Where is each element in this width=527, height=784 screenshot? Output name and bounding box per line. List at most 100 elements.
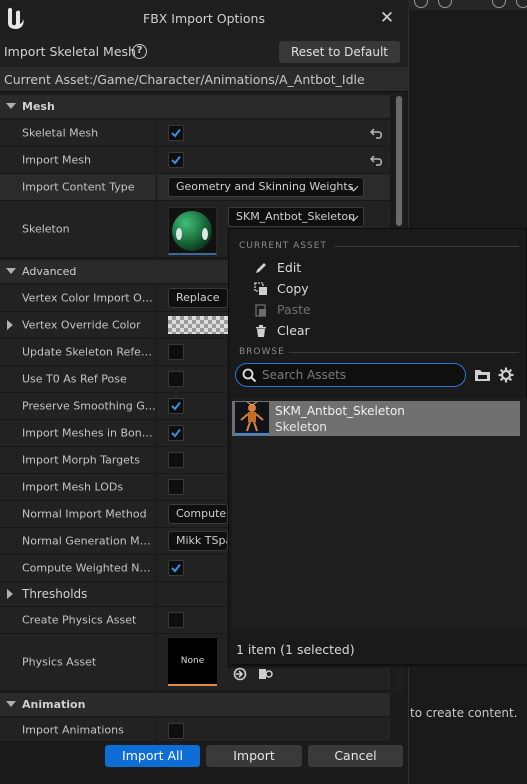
expand-arrow-icon [6, 103, 16, 109]
browse-header: BROWSE [239, 347, 285, 357]
import-all-button[interactable]: Import All [105, 745, 200, 767]
property-label: Vertex Color Import Option [22, 291, 156, 305]
asset-type: Skeleton [275, 420, 327, 434]
reset-to-default-icon[interactable] [370, 153, 384, 167]
property-label: Use T0 As Ref Pose [22, 372, 127, 386]
section-label: Advanced [22, 265, 77, 278]
row-skeletal-mesh: Skeletal Mesh [0, 120, 390, 147]
menu-item-clear[interactable]: Clear [277, 323, 310, 338]
checkbox-update-skeleton-ref[interactable] [168, 344, 184, 360]
checkmark-icon [171, 155, 181, 165]
checkbox-import-morph[interactable] [168, 452, 184, 468]
checkmark-icon [171, 401, 181, 411]
menu-item-copy[interactable]: Copy [277, 281, 309, 296]
expand-arrow-icon[interactable] [7, 320, 13, 330]
skeleton-thumbnail[interactable] [168, 207, 217, 255]
vertex-color-import-dropdown[interactable]: Replace [168, 288, 228, 308]
checkbox-preserve-smoothing[interactable] [168, 398, 184, 414]
divider [289, 352, 519, 353]
section-mesh[interactable]: Mesh [0, 95, 390, 118]
search-icon [242, 368, 257, 383]
row-import-mesh: Import Mesh [0, 147, 390, 174]
dialog-title: FBX Import Options [143, 11, 265, 26]
current-asset-path: /Game/Character/Animations/A_Antbot_Idle [93, 72, 365, 87]
toolbar-icon[interactable] [516, 0, 527, 8]
menu-item-paste[interactable]: Paste [277, 302, 311, 317]
divider [232, 664, 527, 666]
trash-icon [256, 325, 266, 337]
row-import-animations: Import Animations [0, 718, 390, 742]
property-label: Import Meshes in Bone Hierarchy [22, 426, 156, 440]
expand-arrow-icon [7, 589, 13, 599]
reset-to-default-button[interactable]: Reset to Default [279, 41, 400, 63]
property-label: Skeletal Mesh [22, 126, 99, 140]
section-animation[interactable]: Animation [0, 693, 390, 716]
reset-to-default-icon[interactable] [370, 126, 384, 140]
close-icon[interactable]: ✕ [378, 9, 396, 27]
property-label: Skeleton [22, 222, 70, 236]
normal-import-dropdown[interactable]: Compute Normals [168, 504, 228, 524]
menu-item-edit[interactable]: Edit [277, 260, 301, 275]
checkbox-import-lods[interactable] [168, 479, 184, 495]
divider [334, 246, 519, 247]
search-box [235, 363, 466, 387]
property-label: Import Mesh [22, 153, 91, 167]
item-count-label: 1 item (1 selected) [236, 642, 355, 657]
property-label: Vertex Override Color [22, 318, 141, 332]
backdrop-toolbar [408, 0, 527, 10]
property-label: Update Skeleton Reference Pose [22, 345, 156, 359]
color-swatch[interactable] [168, 316, 228, 334]
dropdown-value: SKM_Antbot_Skeleton [236, 210, 356, 223]
property-label: Normal Generation Method [22, 534, 156, 548]
property-label: Import Content Type [22, 180, 135, 194]
property-label: Physics Asset [22, 655, 97, 669]
checkmark-icon [171, 428, 181, 438]
checkbox-create-physics[interactable] [168, 612, 184, 628]
dropdown-value: Replace [176, 291, 220, 304]
checkmark-icon [171, 563, 181, 573]
scrollbar-thumb[interactable] [396, 96, 402, 226]
skeleton-dropdown[interactable]: SKM_Antbot_Skeleton [228, 207, 364, 227]
import-type-title: Import Skeletal Mesh [4, 44, 136, 59]
current-asset-label: Current Asset: [4, 72, 94, 87]
import-button[interactable]: Import [206, 745, 302, 767]
checkbox-compute-weighted[interactable] [168, 560, 184, 576]
edit-icon [256, 263, 266, 273]
checkbox-import-mesh[interactable] [168, 152, 184, 168]
help-icon[interactable]: ? [132, 44, 147, 59]
dropdown-value: Mikk TSpace [176, 534, 227, 547]
property-label: Compute Weighted Normals [22, 561, 156, 575]
import-content-type-dropdown[interactable]: Geometry and Skinning Weights. [168, 177, 364, 197]
expand-arrow-icon [6, 268, 16, 274]
toolbar-icon[interactable] [414, 0, 428, 8]
use-selected-asset-icon[interactable] [233, 667, 247, 681]
row-import-content-type: Import Content Type Geometry and Skinnin… [0, 174, 390, 201]
skeleton-asset-thumbnail [235, 401, 269, 435]
paste-icon [255, 304, 266, 317]
section-label: Thresholds [22, 587, 88, 601]
empty-folder-hint: to create content. [410, 706, 518, 720]
dropdown-value: Compute Normals [176, 507, 227, 520]
gear-icon[interactable] [498, 367, 514, 383]
section-label: Animation [22, 698, 86, 711]
property-label: Preserve Smoothing Groups [22, 399, 156, 413]
checkbox-use-t0[interactable] [168, 371, 184, 387]
normal-generation-dropdown[interactable]: Mikk TSpace [168, 531, 228, 551]
search-input[interactable] [262, 367, 452, 383]
toolbar-icon[interactable] [492, 0, 506, 8]
checkbox-import-animations[interactable] [168, 723, 184, 739]
browse-asset-icon[interactable] [258, 667, 274, 681]
checkbox-skeletal-mesh[interactable] [168, 125, 184, 141]
expand-arrow-icon [6, 701, 16, 707]
dropdown-value: Geometry and Skinning Weights. [176, 180, 357, 193]
asset-name: SKM_Antbot_Skeleton [275, 404, 405, 418]
folder-icon[interactable] [474, 368, 491, 382]
property-label: Create Physics Asset [22, 613, 137, 627]
toolbar-icon[interactable] [438, 0, 452, 8]
physics-asset-thumbnail[interactable]: None [168, 638, 217, 686]
property-label: Normal Import Method [22, 507, 147, 521]
cancel-button[interactable]: Cancel [308, 745, 403, 767]
current-asset-header: CURRENT ASSET [239, 241, 327, 251]
checkbox-import-meshes-bone[interactable] [168, 425, 184, 441]
property-label: Import Animations [22, 723, 124, 736]
